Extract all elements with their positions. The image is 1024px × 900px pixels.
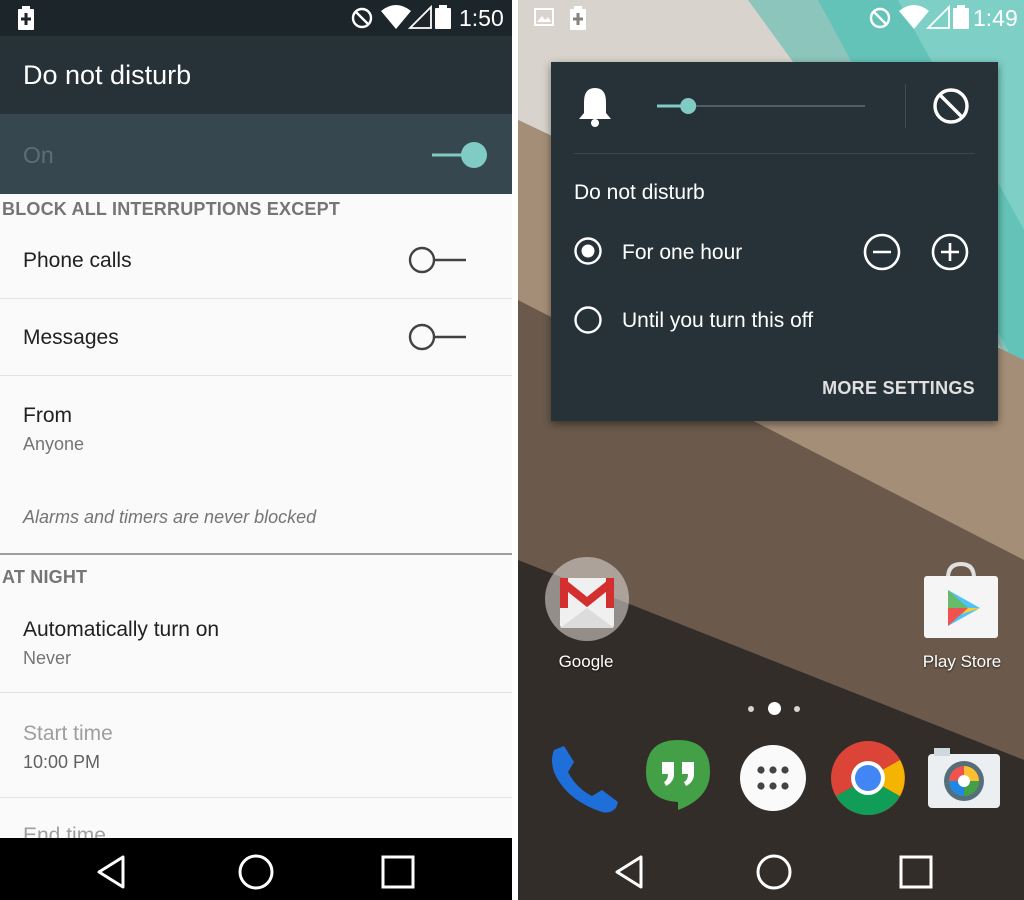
play-store-app-label: Play Store bbox=[922, 652, 1002, 671]
chrome-icon[interactable] bbox=[830, 740, 906, 816]
hangouts-icon[interactable] bbox=[642, 738, 714, 818]
navigation-bar bbox=[518, 838, 1024, 900]
plus-circle-icon[interactable] bbox=[930, 232, 970, 272]
messages-toggle-switch[interactable] bbox=[408, 322, 468, 352]
messages-row[interactable]: Messages bbox=[0, 299, 512, 375]
start-time-row[interactable]: Start time 10:00 PM bbox=[0, 693, 512, 797]
recents-icon[interactable] bbox=[378, 852, 418, 892]
phone-icon[interactable] bbox=[544, 740, 622, 818]
recents-icon[interactable] bbox=[896, 852, 936, 892]
from-value: Anyone bbox=[23, 434, 85, 454]
section-header-interruptions: BLOCK ALL INTERRUPTIONS EXCEPT bbox=[2, 199, 341, 219]
from-row[interactable]: From Anyone bbox=[0, 376, 512, 476]
more-settings-button[interactable]: MORE SETTINGS bbox=[822, 378, 975, 399]
app-drawer-icon[interactable] bbox=[739, 744, 807, 812]
page-title: Do not disturb bbox=[23, 60, 192, 90]
bell-icon[interactable] bbox=[576, 86, 614, 128]
clock: 1:50 bbox=[459, 5, 504, 31]
master-switch-label: On bbox=[23, 142, 54, 168]
image-notification-icon bbox=[534, 8, 554, 26]
volume-slider[interactable] bbox=[655, 94, 867, 118]
radio-unselected-icon[interactable] bbox=[573, 305, 603, 335]
status-bar: 1:50 bbox=[0, 0, 512, 36]
auto-turn-on-value: Never bbox=[23, 648, 72, 668]
option-for-one-hour[interactable]: For one hour bbox=[622, 241, 742, 265]
end-time-row[interactable]: End time bbox=[0, 798, 512, 838]
panel-separator bbox=[574, 153, 975, 154]
back-icon[interactable] bbox=[92, 852, 132, 892]
cell-signal-icon bbox=[926, 5, 950, 29]
wifi-icon bbox=[381, 5, 411, 29]
auto-turn-on-row[interactable]: Automatically turn on Never bbox=[0, 590, 512, 692]
dnd-quick-panel: Do not disturb For one hour Until you tu… bbox=[551, 62, 998, 421]
camera-icon[interactable] bbox=[926, 744, 1002, 810]
option-until-turned-off[interactable]: Until you turn this off bbox=[622, 309, 813, 333]
home-icon[interactable] bbox=[236, 852, 276, 892]
end-time-label: End time bbox=[23, 824, 106, 838]
play-store-icon[interactable] bbox=[918, 562, 1004, 642]
gmail-folder-icon[interactable] bbox=[544, 556, 630, 642]
phone-calls-toggle-switch[interactable] bbox=[408, 245, 468, 275]
clock: 1:49 bbox=[973, 5, 1018, 31]
cell-signal-icon bbox=[408, 5, 432, 29]
phone-calls-label: Phone calls bbox=[23, 249, 132, 272]
panel-divider bbox=[905, 84, 906, 128]
back-icon[interactable] bbox=[610, 852, 650, 892]
minus-circle-icon[interactable] bbox=[862, 232, 902, 272]
page-indicator-dot bbox=[794, 706, 800, 712]
page-indicator-dot-active bbox=[768, 702, 781, 715]
battery-icon bbox=[435, 5, 451, 29]
master-switch-row[interactable]: On bbox=[0, 114, 512, 194]
dnd-status-icon bbox=[869, 7, 891, 29]
alarms-note: Alarms and timers are never blocked bbox=[23, 507, 317, 527]
start-time-label: Start time bbox=[23, 722, 113, 745]
battery-charging-icon bbox=[18, 6, 34, 30]
phone-calls-row[interactable]: Phone calls bbox=[0, 223, 512, 298]
radio-selected-icon[interactable] bbox=[573, 236, 603, 266]
dnd-title: Do not disturb bbox=[574, 181, 705, 204]
messages-label: Messages bbox=[23, 326, 119, 349]
app-bar: Do not disturb bbox=[0, 36, 512, 114]
battery-icon bbox=[953, 5, 969, 29]
google-app-label: Google bbox=[558, 652, 614, 671]
from-label: From bbox=[23, 404, 72, 427]
dnd-status-icon bbox=[351, 7, 373, 29]
master-toggle-switch[interactable] bbox=[430, 140, 490, 170]
section-divider bbox=[0, 553, 512, 555]
battery-charging-icon bbox=[570, 6, 586, 30]
page-indicator-dot bbox=[748, 706, 754, 712]
status-bar: 1:49 bbox=[518, 0, 1024, 36]
navigation-bar bbox=[0, 838, 512, 900]
home-screen: 1:49 Do not disturb For one hour Until y… bbox=[518, 0, 1024, 900]
wifi-icon bbox=[899, 5, 929, 29]
home-icon[interactable] bbox=[754, 852, 794, 892]
dnd-toggle-icon[interactable] bbox=[931, 86, 971, 126]
screenshot-gap bbox=[512, 0, 518, 900]
settings-screen: 1:50 Do not disturb On BLOCK ALL INTERRU… bbox=[0, 0, 512, 900]
auto-turn-on-label: Automatically turn on bbox=[23, 618, 220, 641]
start-time-value: 10:00 PM bbox=[23, 752, 101, 772]
section-header-at-night: AT NIGHT bbox=[2, 567, 88, 587]
